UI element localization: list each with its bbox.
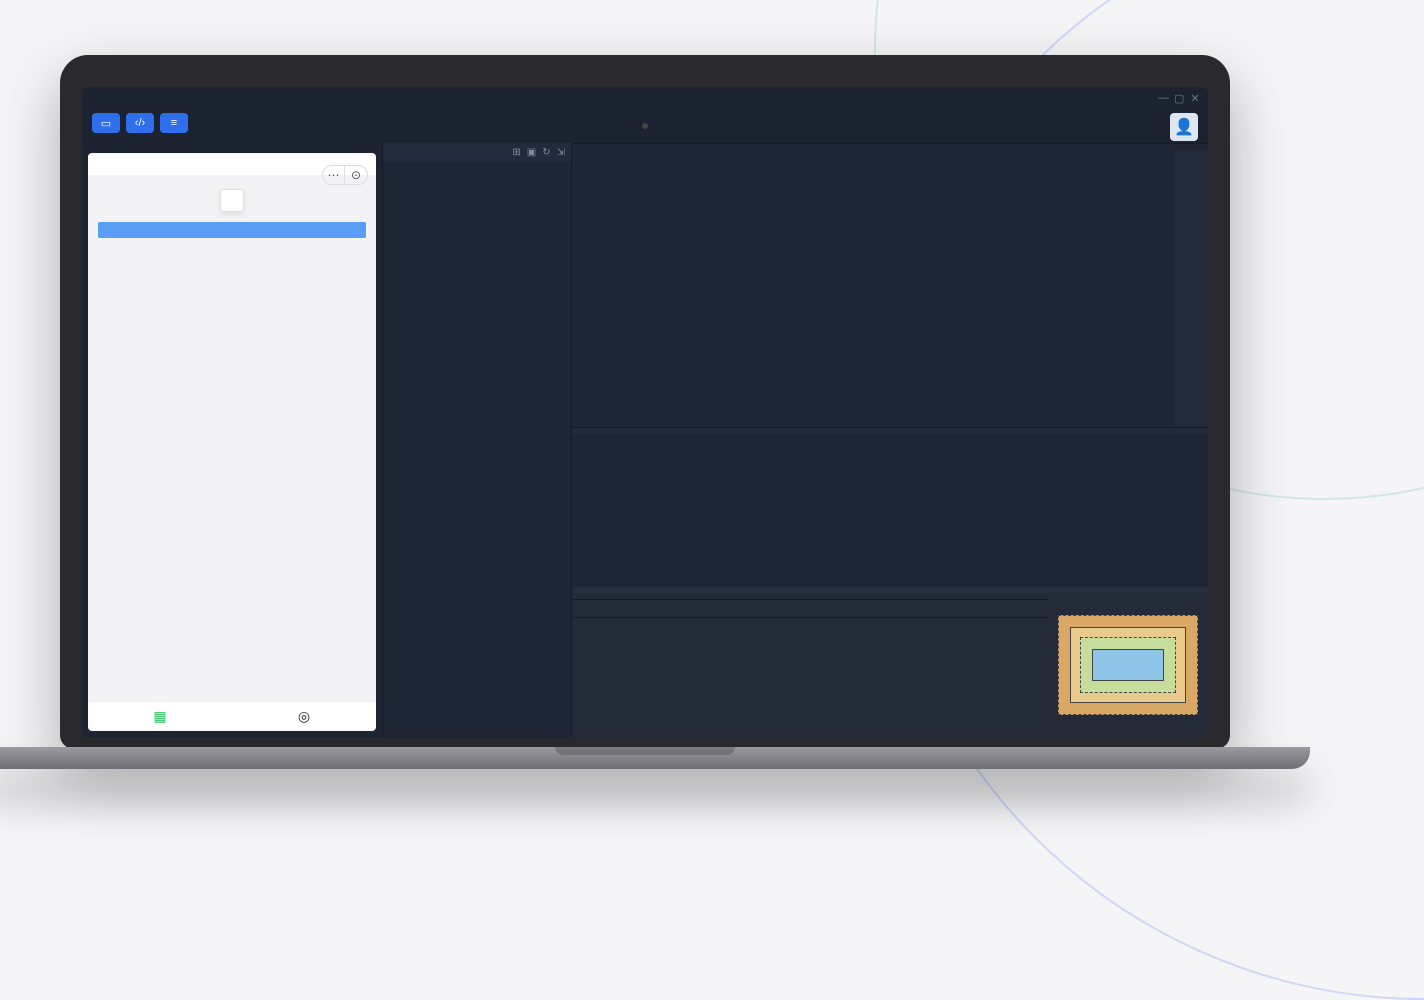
collapse-icon[interactable]: ⇲ xyxy=(557,147,565,158)
styles-tabs xyxy=(572,593,1048,600)
file-explorer: ⊞ ▣ ↻ ⇲ xyxy=(382,143,572,737)
minimize-icon[interactable]: — xyxy=(1158,92,1168,105)
devtools xyxy=(572,427,1208,737)
close-icon[interactable]: ✕ xyxy=(1190,92,1200,105)
css-rules[interactable] xyxy=(572,618,1048,738)
laptop-frame: — ▢ ✕ ▭ ‹/› ≡ xyxy=(60,55,1230,769)
tab-api[interactable]: ◎ xyxy=(232,702,376,731)
phone-preview: ⋯⊙ ▦ ◎ xyxy=(88,153,376,731)
new-file-icon[interactable]: ⊞ xyxy=(512,147,520,158)
capsule-menu[interactable]: ⋯⊙ xyxy=(322,165,368,185)
highlighted-element[interactable] xyxy=(98,222,366,238)
app-tabbar: ▦ ◎ xyxy=(88,701,376,731)
refresh-icon[interactable]: ↻ xyxy=(542,147,550,158)
new-folder-icon[interactable]: ▣ xyxy=(527,147,536,158)
dom-tree[interactable] xyxy=(572,434,1208,587)
box-model xyxy=(1048,593,1208,738)
tab-components[interactable]: ▦ xyxy=(88,702,232,731)
mode-debugger-button[interactable]: ≡ xyxy=(160,113,188,133)
camera-dot xyxy=(642,123,648,129)
code-editor[interactable] xyxy=(572,150,1208,427)
mode-simulator-button[interactable]: ▭ xyxy=(92,113,120,133)
menubar: — ▢ ✕ xyxy=(82,87,1208,109)
laptop-base xyxy=(0,747,1310,769)
simulator-panel: ⋯⊙ ▦ ◎ xyxy=(82,143,382,737)
editor-area xyxy=(572,143,1208,737)
inspect-tooltip xyxy=(220,189,244,212)
mode-editor-button[interactable]: ‹/› xyxy=(126,113,154,133)
app-screen: — ▢ ✕ ▭ ‹/› ≡ xyxy=(82,87,1208,737)
minimap[interactable] xyxy=(1174,150,1208,427)
user-avatar[interactable]: 👤 xyxy=(1170,113,1198,141)
maximize-icon[interactable]: ▢ xyxy=(1174,92,1184,105)
styles-filter-input[interactable] xyxy=(580,603,1040,614)
box-content xyxy=(1092,649,1164,681)
phone-statusbar xyxy=(88,153,376,161)
app-title-bar: ⋯⊙ xyxy=(88,161,376,175)
